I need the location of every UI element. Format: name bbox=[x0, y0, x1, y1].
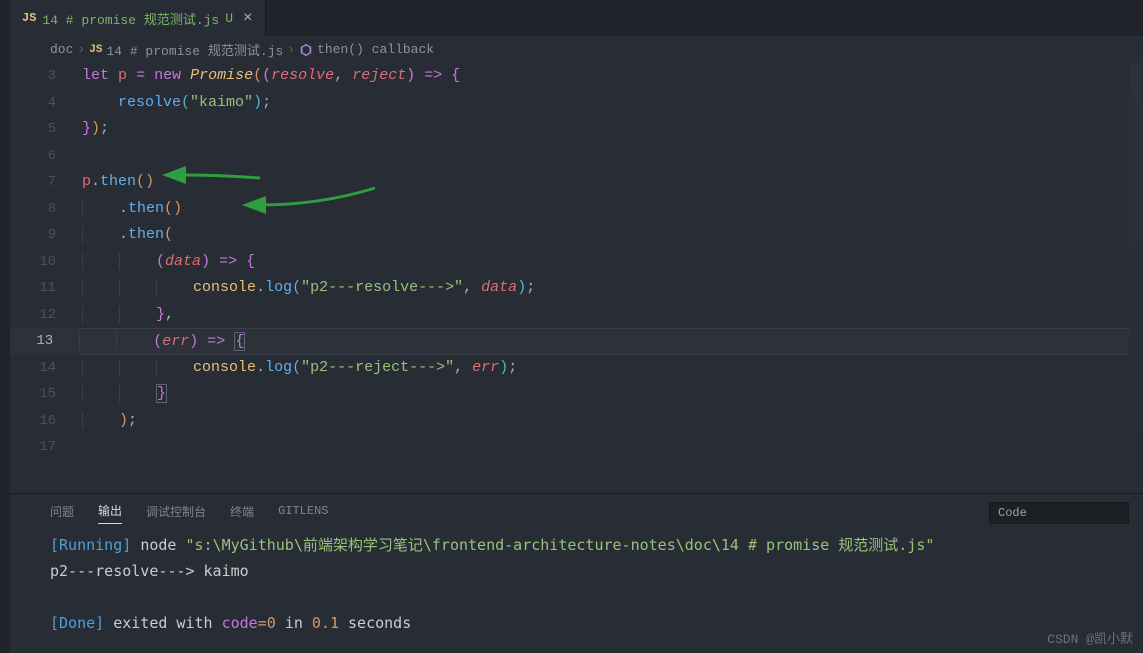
line-number: 7 bbox=[10, 169, 82, 196]
tab-gitlens[interactable]: GITLENS bbox=[278, 504, 328, 522]
watermark: CSDN @凯小默 bbox=[1047, 628, 1133, 647]
file-tab[interactable]: JS 14 # promise 规范测试.js U × bbox=[10, 0, 266, 36]
line-number: 15 bbox=[10, 381, 82, 408]
code-line[interactable]: console.log("p2---reject--->", err); bbox=[82, 355, 517, 382]
close-icon[interactable]: × bbox=[243, 9, 253, 27]
modified-badge: U bbox=[225, 11, 233, 26]
activity-bar bbox=[0, 0, 10, 653]
output-line: p2---resolve---> kaimo bbox=[50, 558, 1129, 584]
tab-bar: JS 14 # promise 规范测试.js U × bbox=[10, 0, 1143, 36]
bottom-panel: 问题 输出 调试控制台 终端 GITLENS Code [Running] no… bbox=[10, 493, 1143, 653]
method-icon bbox=[299, 43, 313, 57]
code-line[interactable]: .then( bbox=[82, 222, 173, 249]
breadcrumb-symbol[interactable]: then() callback bbox=[317, 42, 434, 57]
code-line[interactable]: .then() bbox=[82, 196, 182, 223]
line-number: 13 bbox=[10, 328, 79, 355]
tab-debug-console[interactable]: 调试控制台 bbox=[146, 503, 206, 524]
tab-output[interactable]: 输出 bbox=[98, 502, 122, 524]
chevron-right-icon: › bbox=[77, 42, 85, 57]
line-number: 17 bbox=[10, 434, 82, 461]
line-number: 14 bbox=[10, 355, 82, 382]
line-number: 5 bbox=[10, 116, 82, 143]
select-value[interactable]: Code bbox=[989, 502, 1129, 524]
line-number: 11 bbox=[10, 275, 82, 302]
code-line[interactable]: let p = new Promise((resolve, reject) =>… bbox=[82, 63, 460, 90]
panel-tab-bar: 问题 输出 调试控制台 终端 GITLENS Code bbox=[10, 494, 1143, 524]
code-line[interactable]: ); bbox=[82, 408, 137, 435]
code-line[interactable]: } bbox=[82, 381, 167, 408]
minimap[interactable] bbox=[1129, 63, 1143, 493]
breadcrumb-seg[interactable]: 14 # promise 规范测试.js bbox=[106, 40, 283, 59]
output-line: [Done] exited with code=0 in 0.1 seconds bbox=[50, 610, 1129, 636]
code-line[interactable]: resolve("kaimo"); bbox=[82, 90, 271, 117]
line-number: 16 bbox=[10, 408, 82, 435]
code-line[interactable]: }, bbox=[82, 302, 174, 329]
tab-terminal[interactable]: 终端 bbox=[230, 503, 254, 524]
line-number: 4 bbox=[10, 90, 82, 117]
tab-problems[interactable]: 问题 bbox=[50, 503, 74, 524]
output-body[interactable]: [Running] node "s:\MyGithub\前端架构学习笔记\fro… bbox=[10, 524, 1143, 640]
line-number: 3 bbox=[10, 63, 82, 90]
line-number: 6 bbox=[10, 143, 82, 170]
breadcrumb-seg[interactable]: doc bbox=[50, 42, 73, 57]
line-number: 10 bbox=[10, 249, 82, 276]
breadcrumb[interactable]: doc › JS 14 # promise 规范测试.js › then() c… bbox=[10, 36, 1143, 63]
line-number: 9 bbox=[10, 222, 82, 249]
js-icon: JS bbox=[22, 11, 36, 25]
code-line[interactable]: p.then() bbox=[82, 169, 154, 196]
line-number: 12 bbox=[10, 302, 82, 329]
code-line[interactable]: (data) => { bbox=[82, 249, 255, 276]
output-blank bbox=[50, 584, 1129, 610]
tab-title: 14 # promise 规范测试.js bbox=[42, 9, 219, 28]
code-line[interactable]: }); bbox=[82, 116, 109, 143]
chevron-right-icon: › bbox=[287, 42, 295, 57]
output-channel-select[interactable]: Code bbox=[989, 502, 1129, 524]
js-icon: JS bbox=[89, 44, 102, 56]
output-line: [Running] node "s:\MyGithub\前端架构学习笔记\fro… bbox=[50, 532, 1129, 558]
code-editor[interactable]: 3 let p = new Promise((resolve, reject) … bbox=[10, 63, 1143, 493]
line-number: 8 bbox=[10, 196, 82, 223]
code-line[interactable]: console.log("p2---resolve--->", data); bbox=[82, 275, 535, 302]
code-line-active[interactable]: (err) => { bbox=[79, 328, 1143, 355]
